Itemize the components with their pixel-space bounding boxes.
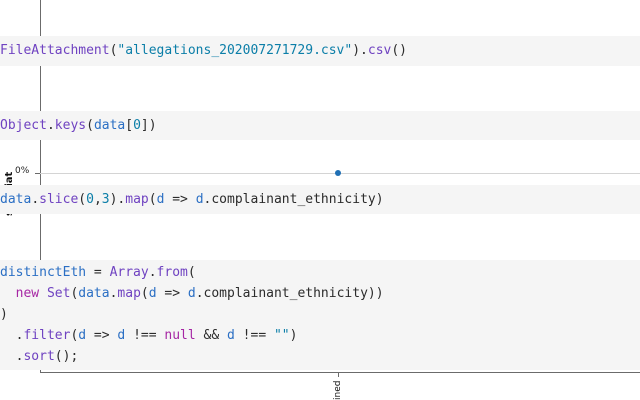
y-axis-tick [35,173,40,174]
notebook-canvas: 0% stantiat ined FileAttachment("allegat… [0,0,640,400]
code-line: FileAttachment("allegations_202007271729… [0,43,408,58]
data-point [335,170,341,176]
code-line: data.slice(0,3).map(d => d.complainant_e… [0,192,384,207]
code-line: .sort(); [0,349,79,364]
x-axis-label-clip: ined [333,378,345,400]
x-tick-label: ined [333,380,343,400]
code-line: new Set(data.map(d => d.complainant_ethn… [15,286,384,301]
code-line: Object.keys(data[0]) [0,118,157,133]
code-line: .filter(d => d !== null && d !== "") [0,328,298,343]
code-line: ) [0,307,8,322]
code-cell-file-attachment[interactable]: FileAttachment("allegations_202007271729… [0,36,640,66]
x-axis-tick [338,373,339,377]
x-axis-line [40,372,640,373]
code-cell-data-slice[interactable]: data.slice(0,3).map(d => d.complainant_e… [0,185,640,214]
code-cell-distinct-eth[interactable]: distinctEth = Array.from( new Set(data.m… [0,260,640,370]
code-block: distinctEth = Array.from( new Set(data.m… [0,262,640,367]
code-line: distinctEth = Array.from( [0,265,196,280]
code-cell-object-keys[interactable]: Object.keys(data[0]) [0,111,640,140]
